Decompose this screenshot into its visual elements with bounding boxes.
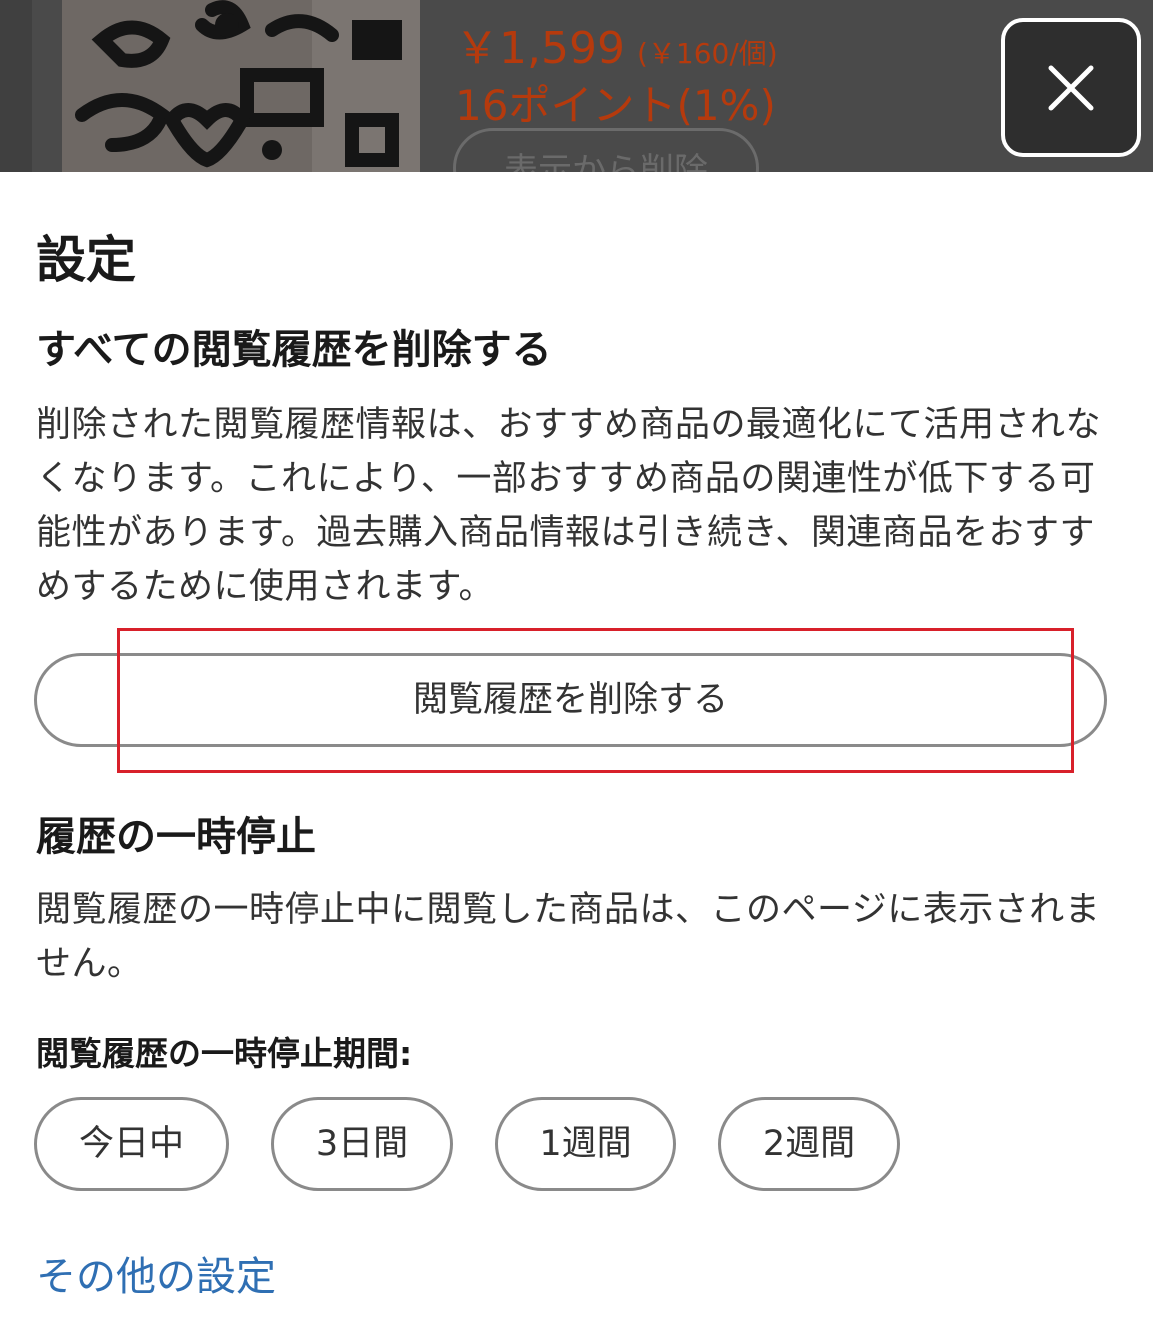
close-icon <box>1048 65 1094 111</box>
remove-from-display-button: 表示から削除 <box>453 128 759 172</box>
page-title: 設定 <box>36 231 136 289</box>
product-thumbnail <box>62 0 420 172</box>
settings-sheet: 設定 すべての閲覧履歴を削除する 削除された閲覧履歴情報は、おすすめ商品の最適化… <box>0 172 1153 1318</box>
close-button[interactable] <box>1001 18 1141 157</box>
unit-price: (￥160/個) <box>636 37 778 70</box>
pause-period-label: 閲覧履歴の一時停止期間: <box>36 1034 413 1073</box>
delete-all-description: 削除された閲覧履歴情報は、おすすめ商品の最適化にて活用されなくなります。これによ… <box>36 405 1102 607</box>
product-points: 16ポイント(1%) <box>455 81 776 130</box>
delete-all-heading: すべての閲覧履歴を削除する <box>36 327 552 373</box>
pause-option-3-days[interactable]: 3日間 <box>271 1097 453 1191</box>
product-price: ￥1,599 (￥160/個) <box>455 12 778 76</box>
price-value: ￥1,599 <box>455 23 625 74</box>
pause-option-1-week[interactable]: 1週間 <box>495 1097 676 1191</box>
pause-description: 閲覧履歴の一時停止中に閲覧した商品は、このページに表示されません。 <box>36 890 1101 984</box>
background-overlay: ￥1,599 (￥160/個) 16ポイント(1%) 表示から削除 <box>0 0 1153 172</box>
pause-option-today[interactable]: 今日中 <box>34 1097 229 1191</box>
delete-history-button[interactable]: 閲覧履歴を削除する <box>34 653 1107 747</box>
pause-heading: 履歴の一時停止 <box>36 814 316 860</box>
pause-option-2-weeks[interactable]: 2週間 <box>718 1097 900 1191</box>
other-settings-link[interactable]: その他の設定 <box>36 1244 276 1302</box>
